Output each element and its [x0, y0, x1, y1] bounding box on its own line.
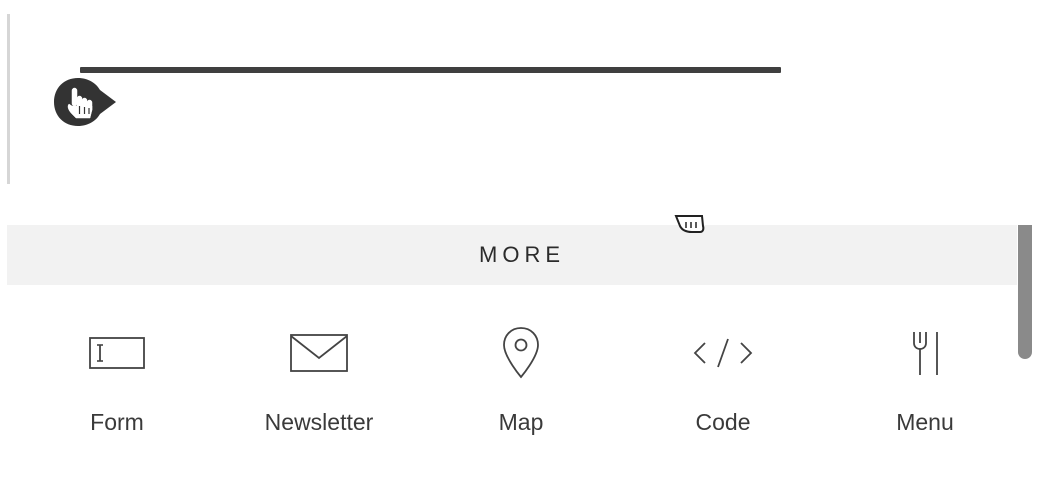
fork-knife-icon: [913, 332, 938, 375]
form-field-icon: [89, 337, 145, 369]
widget-label: Menu: [896, 409, 954, 435]
page-canvas: MORE Form Newsletter Map Code Menu: [0, 0, 1047, 492]
code-icon: [693, 338, 753, 368]
widget-label: Form: [90, 409, 144, 435]
widget-label: Newsletter: [264, 409, 374, 435]
gap-band: [0, 185, 1047, 225]
mouse-cursor: [670, 214, 710, 238]
widget-items-row: Form Newsletter Map Code Menu: [7, 285, 1017, 465]
editor-left-border: [7, 14, 10, 184]
widget-label: Code: [695, 409, 751, 435]
widget-item-map[interactable]: Map: [421, 285, 621, 455]
more-header: MORE: [7, 225, 1017, 285]
widget-item-menu[interactable]: Menu: [825, 285, 1025, 455]
panel-title: MORE: [479, 242, 565, 267]
drag-handle[interactable]: [52, 76, 116, 128]
widget-item-form[interactable]: Form: [17, 285, 217, 455]
map-pin-icon: [503, 327, 539, 379]
hand-pointer-icon: [54, 78, 116, 126]
editor-area: [0, 0, 1047, 185]
envelope-icon: [290, 334, 348, 372]
widget-label: Map: [498, 409, 544, 435]
widget-item-newsletter[interactable]: Newsletter: [219, 285, 419, 455]
more-panel: MORE Form Newsletter Map Code Menu: [7, 225, 1040, 470]
hand-cursor-icon: [674, 215, 705, 233]
divider-line-block[interactable]: [80, 67, 781, 73]
widget-item-code[interactable]: Code: [623, 285, 823, 455]
right-edge: [1040, 225, 1047, 470]
